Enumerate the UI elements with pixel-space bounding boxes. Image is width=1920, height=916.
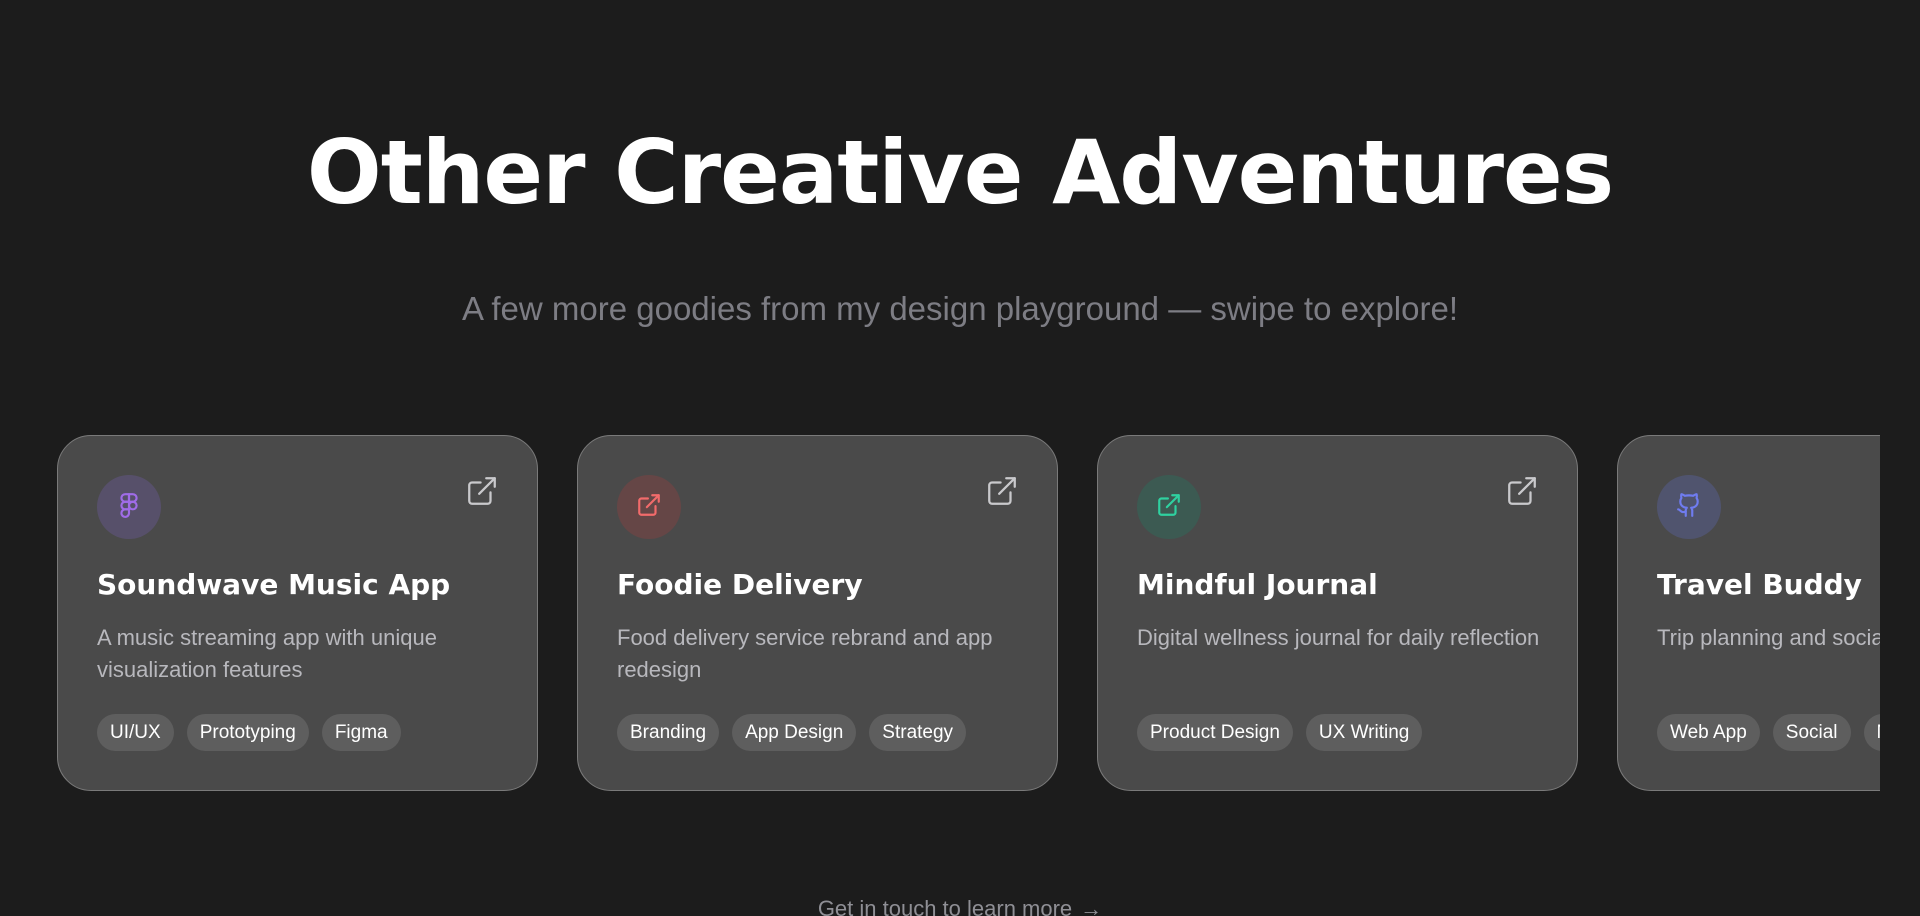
tag: Social	[1772, 714, 1851, 751]
tag-list: UI/UX Prototyping Figma	[97, 714, 401, 751]
tag: Branding	[617, 714, 720, 751]
project-card-mindful[interactable]: Mindful Journal Digital wellness journal…	[1097, 435, 1578, 791]
tag-list: Branding App Design Strategy	[617, 714, 967, 751]
card-icon-badge	[97, 475, 161, 539]
card-title: Soundwave Music App	[97, 568, 451, 601]
card-title: Foodie Delivery	[617, 568, 863, 601]
tag: Strategy	[869, 714, 967, 751]
tag: Prototyping	[186, 714, 309, 751]
project-card-foodie[interactable]: Foodie Delivery Food delivery service re…	[577, 435, 1058, 791]
card-description: Digital wellness journal for daily refle…	[1137, 625, 1540, 650]
page-subtitle: A few more goodies from my design playgr…	[462, 290, 1458, 327]
tag-list: Web App Social Maps	[1657, 714, 1880, 751]
tag: Maps	[1863, 714, 1880, 751]
tag: Product Design	[1137, 714, 1293, 751]
card-description: A music streaming app with unique visual…	[97, 625, 437, 682]
tag-list: Product Design UX Writing	[1137, 714, 1423, 751]
external-link-icon	[636, 492, 662, 523]
github-icon	[1676, 492, 1702, 523]
figma-icon	[116, 492, 142, 523]
card-title: Travel Buddy	[1657, 568, 1862, 601]
tag: UX Writing	[1305, 714, 1423, 751]
external-link-icon[interactable]	[1505, 474, 1539, 508]
card-icon-badge	[1137, 475, 1201, 539]
get-in-touch-link[interactable]: Get in touch to learn more →	[0, 894, 1920, 916]
card-description: Food delivery service rebrand and app re…	[617, 625, 993, 682]
card-description: Trip planning and social travel platform	[1657, 625, 1880, 650]
external-link-icon[interactable]	[465, 474, 499, 508]
tag: App Design	[732, 714, 857, 751]
projects-carousel[interactable]: Soundwave Music App A music streaming ap…	[57, 435, 1880, 791]
tag: Web App	[1657, 714, 1760, 751]
arrow-right-icon: →	[1080, 896, 1103, 916]
external-link-icon[interactable]	[985, 474, 1019, 508]
page-title: Other Creative Adventures	[306, 121, 1614, 224]
card-title: Mindful Journal	[1137, 568, 1378, 601]
card-icon-badge	[617, 475, 681, 539]
external-link-icon	[1156, 492, 1182, 523]
page: Other Creative Adventures A few more goo…	[0, 0, 1920, 916]
project-card-soundwave[interactable]: Soundwave Music App A music streaming ap…	[57, 435, 538, 791]
cta-label: Get in touch to learn more	[817, 896, 1073, 916]
project-card-travel[interactable]: Travel Buddy Trip planning and social tr…	[1617, 435, 1880, 791]
card-icon-badge	[1657, 475, 1721, 539]
tag: UI/UX	[97, 714, 174, 751]
tag: Figma	[321, 714, 401, 751]
